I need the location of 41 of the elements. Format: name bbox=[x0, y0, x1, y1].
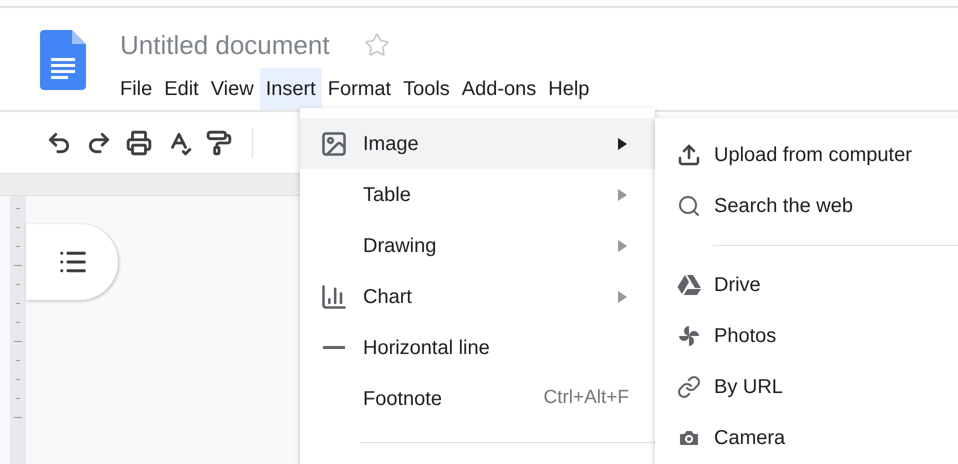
upload-icon bbox=[677, 142, 701, 166]
menu-option-label: Footnote bbox=[363, 386, 443, 412]
document-title[interactable]: Untitled document bbox=[120, 28, 330, 62]
menu-option-label: Table bbox=[363, 182, 412, 208]
star-icon[interactable] bbox=[364, 32, 390, 58]
print-icon[interactable] bbox=[126, 130, 152, 156]
menu-item[interactable]: Edit bbox=[158, 68, 205, 110]
chart-icon bbox=[320, 282, 348, 310]
submenu-option[interactable]: Drive bbox=[677, 259, 958, 310]
menu-item[interactable]: Format bbox=[322, 68, 398, 110]
menu-option[interactable]: Table bbox=[300, 169, 655, 220]
menu-item[interactable]: Tools bbox=[397, 68, 456, 110]
submenu-option[interactable]: Camera bbox=[677, 412, 958, 463]
pinwheel-icon bbox=[677, 324, 701, 348]
submenu-option[interactable]: Upload from computer bbox=[655, 129, 958, 180]
menu-option-label: Image bbox=[363, 132, 420, 156]
horizontal-line-icon bbox=[323, 346, 345, 349]
submenu-option[interactable]: By URL bbox=[677, 361, 958, 412]
image-icon bbox=[320, 130, 348, 158]
submenu-option[interactable]: Photos bbox=[677, 310, 958, 361]
menu-item[interactable]: Help bbox=[542, 68, 596, 110]
menu-item[interactable]: Insert bbox=[260, 68, 322, 110]
menu-option[interactable]: Horizontal line bbox=[300, 322, 655, 373]
menu-item[interactable]: View bbox=[204, 68, 260, 110]
menu-option-label: Chart bbox=[363, 284, 413, 310]
menu-item[interactable]: File bbox=[114, 68, 158, 110]
menu-option[interactable]: Footnote Ctrl+Alt+F bbox=[300, 373, 655, 424]
submenu-option[interactable]: Search the web bbox=[655, 180, 958, 231]
document-icon[interactable] bbox=[40, 30, 86, 90]
menu-option-label: Drawing bbox=[363, 234, 438, 258]
shortcut-label: Ctrl+Alt+F bbox=[543, 386, 629, 410]
paint-roller-icon[interactable] bbox=[206, 130, 232, 156]
menu-item[interactable]: Add-ons bbox=[456, 68, 542, 110]
link-icon bbox=[677, 374, 701, 398]
outline-button[interactable] bbox=[26, 224, 118, 300]
menu-option[interactable]: Chart bbox=[300, 271, 655, 322]
menu-option[interactable]: Drawing bbox=[300, 220, 655, 271]
menu-option-label: Horizontal line bbox=[363, 336, 491, 360]
search-icon bbox=[677, 194, 701, 218]
menu-option[interactable]: Image bbox=[300, 118, 655, 169]
triangle-icon bbox=[677, 274, 701, 296]
